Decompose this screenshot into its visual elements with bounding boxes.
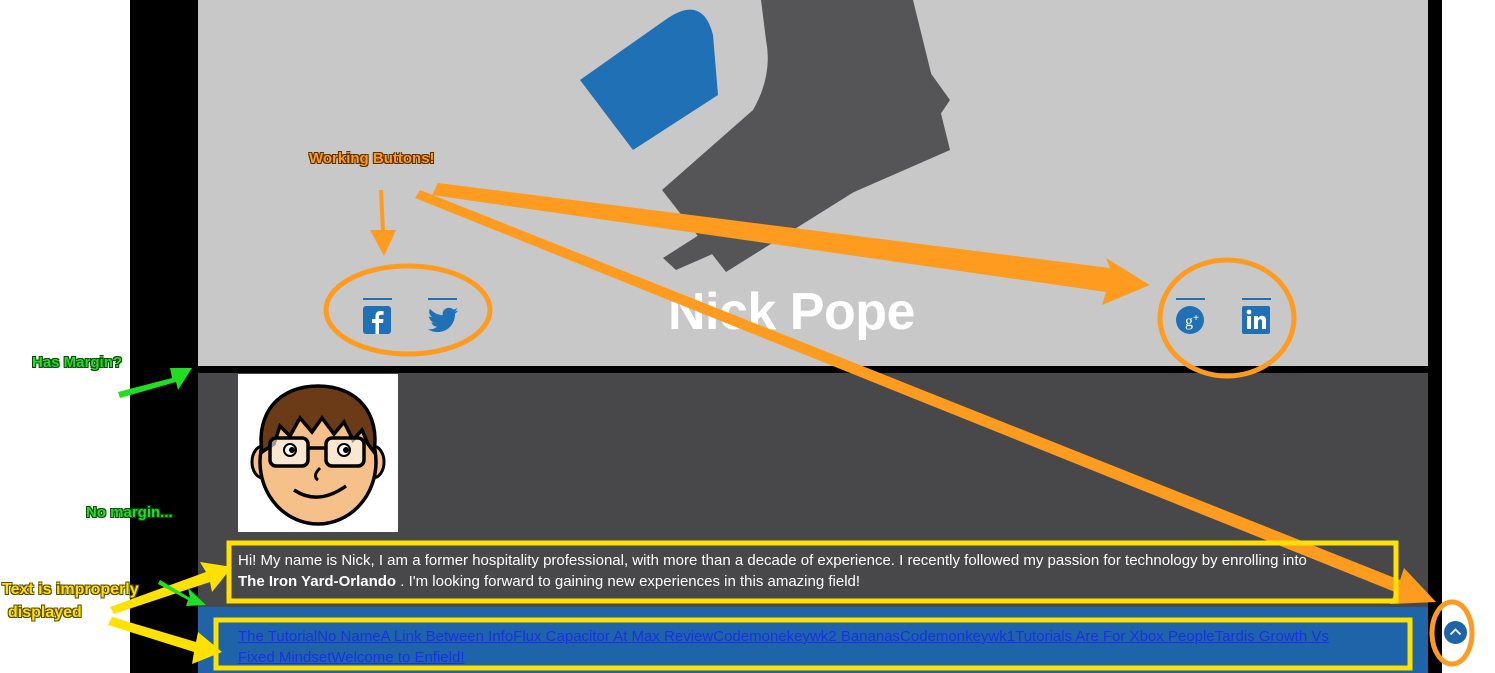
- facebook-button[interactable]: [362, 298, 392, 334]
- social-bar: [1176, 298, 1205, 300]
- twitter-icon: [427, 307, 459, 333]
- post-link[interactable]: No Name: [317, 628, 380, 645]
- bio-text-part2: . I'm looking forward to gaining new exp…: [400, 573, 861, 590]
- google-plus-button[interactable]: g +: [1175, 298, 1205, 334]
- post-link[interactable]: Flux Capacitor At Max Review: [513, 628, 713, 645]
- cartoon-avatar-icon: [250, 384, 386, 526]
- post-link[interactable]: Codemonkeywk1: [900, 628, 1015, 645]
- post-links: The TutorialNo NameA Link Between InfoFl…: [238, 626, 1368, 668]
- svg-text:+: +: [1193, 313, 1199, 324]
- annotation-has-margin: Has Margin?: [32, 354, 123, 371]
- annotation-working-buttons: Working Buttons!: [309, 150, 435, 167]
- post-link[interactable]: The Tutorial: [238, 628, 317, 645]
- social-bar: [1242, 298, 1271, 300]
- bio-text-part1: Hi! My name is Nick, I am a former hospi…: [238, 552, 1307, 569]
- annotation-text-improper-line2: displayed: [8, 604, 82, 621]
- post-link[interactable]: A Link Between Info: [381, 628, 514, 645]
- twitter-button[interactable]: [427, 298, 459, 334]
- annotation-text-improper-line1: Text is improperly: [2, 581, 139, 598]
- avatar: [238, 374, 398, 532]
- annotation-no-margin: No margin...: [86, 504, 173, 521]
- post-link[interactable]: Welcome to Enfield!: [331, 649, 464, 666]
- linkedin-icon: [1242, 306, 1270, 334]
- linkedin-button[interactable]: [1241, 298, 1271, 334]
- bio-school-name: The Iron Yard-Orlando: [238, 573, 397, 590]
- google-plus-icon: g +: [1176, 306, 1204, 334]
- chevron-up-circle-icon: [1449, 628, 1462, 636]
- facebook-icon: [363, 306, 391, 334]
- post-link[interactable]: Codemonekeywk2 Bananas: [713, 628, 900, 645]
- bio-text: Hi! My name is Nick, I am a former hospi…: [238, 550, 1398, 592]
- hero-name: Nick Pope: [668, 283, 915, 341]
- scroll-to-top-button[interactable]: [1443, 620, 1468, 645]
- social-bar: [428, 298, 457, 300]
- post-link[interactable]: Tutorials Are For Xbox People: [1015, 628, 1215, 645]
- svg-text:g: g: [1185, 313, 1193, 330]
- social-bar: [363, 298, 392, 300]
